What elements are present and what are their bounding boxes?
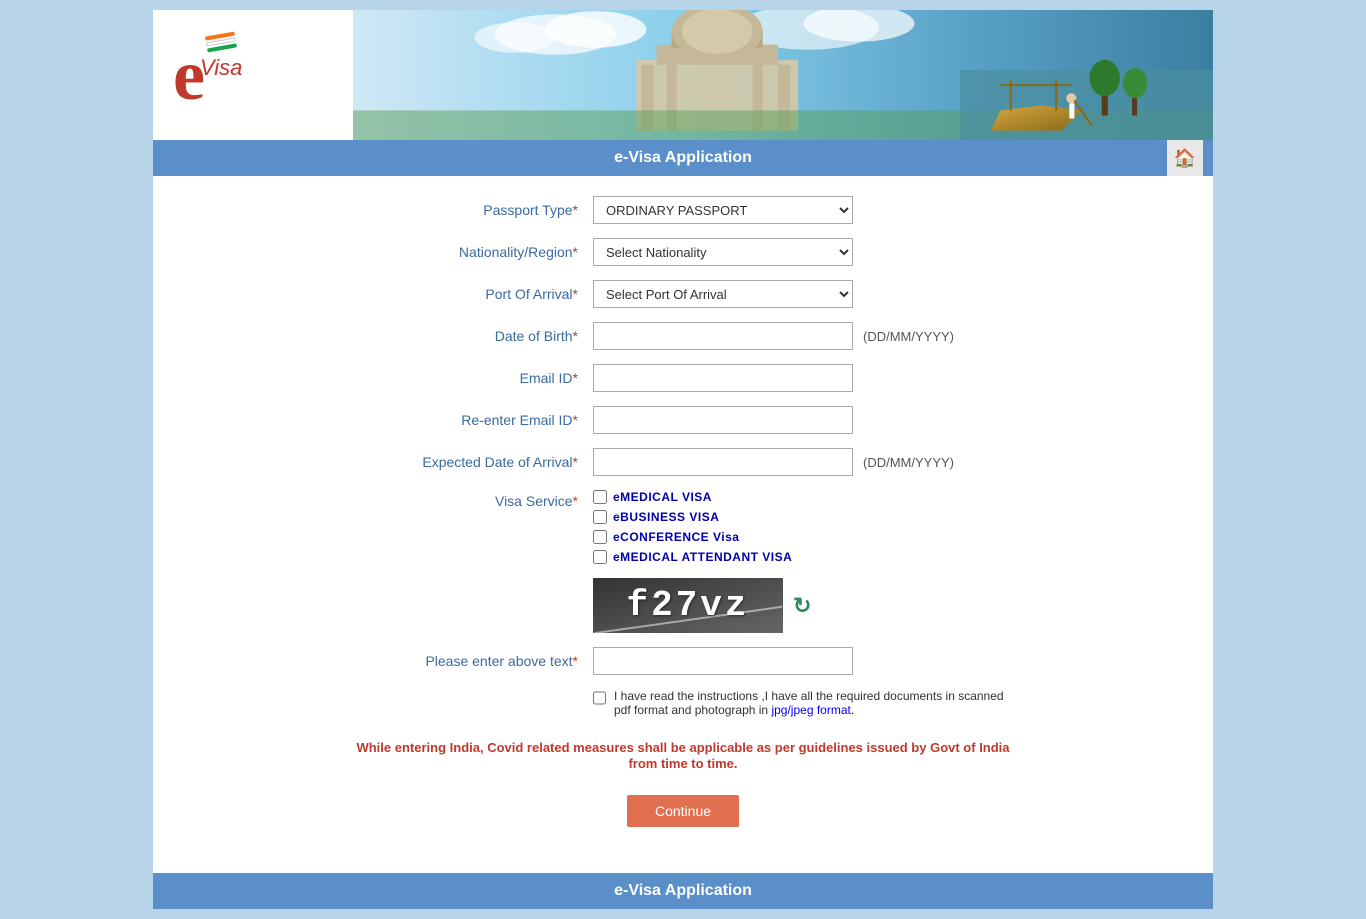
- passport-type-select[interactable]: ORDINARY PASSPORT DIPLOMATIC PASSPORT OF…: [593, 196, 853, 224]
- warning-text: While entering India, Covid related meas…: [356, 740, 1009, 771]
- logo-area: e Visa: [153, 39, 353, 111]
- port-of-arrival-label: Port Of Arrival*: [333, 286, 593, 302]
- nationality-row: Nationality/Region* Select Nationality: [333, 238, 1033, 266]
- banner-image: [353, 10, 1213, 140]
- visa-option-ebusiness: eBUSINESS VISA: [593, 510, 792, 524]
- header-banner: [353, 10, 1213, 140]
- logo-visa-text: Visa: [200, 55, 242, 81]
- port-of-arrival-select[interactable]: Select Port Of Arrival: [593, 280, 853, 308]
- visa-checkbox-emedical-attendant[interactable]: [593, 550, 607, 564]
- re-email-required: *: [573, 412, 578, 428]
- footer-bar: e-Visa Application: [153, 873, 1213, 909]
- port-of-arrival-row: Port Of Arrival* Select Port Of Arrival: [333, 280, 1033, 308]
- title-bar: e-Visa Application 🏠: [153, 140, 1213, 176]
- dob-label: Date of Birth*: [333, 328, 593, 344]
- captcha-image: f27vz: [593, 578, 783, 633]
- banner-svg: [353, 10, 1213, 140]
- agreement-text: I have read the instructions ,I have all…: [614, 689, 1013, 717]
- dob-row: Date of Birth* (DD/MM/YYYY): [333, 322, 1033, 350]
- captcha-input-label: Please enter above text*: [333, 653, 593, 669]
- dob-hint: (DD/MM/YYYY): [863, 329, 954, 344]
- passport-type-row: Passport Type* ORDINARY PASSPORT DIPLOMA…: [333, 196, 1033, 224]
- expected-arrival-required: *: [573, 454, 578, 470]
- visa-label-econference: eCONFERENCE Visa: [613, 530, 739, 544]
- nationality-required: *: [573, 244, 578, 260]
- dob-required: *: [573, 328, 578, 344]
- main-container: Passport Type* ORDINARY PASSPORT DIPLOMA…: [153, 176, 1213, 873]
- captcha-input[interactable]: [593, 647, 853, 675]
- captcha-refresh-icon[interactable]: ↻: [793, 593, 811, 619]
- port-required: *: [573, 286, 578, 302]
- title-bar-text: e-Visa Application: [199, 149, 1167, 167]
- visa-checkboxes: eMEDICAL VISA eBUSINESS VISA eCONFERENCE…: [593, 490, 792, 564]
- btn-row: Continue: [333, 795, 1033, 827]
- re-email-row: Re-enter Email ID*: [333, 406, 1033, 434]
- expected-arrival-label: Expected Date of Arrival*: [333, 454, 593, 470]
- re-email-label: Re-enter Email ID*: [333, 412, 593, 428]
- home-icon: 🏠: [1174, 148, 1196, 169]
- nationality-select[interactable]: Select Nationality: [593, 238, 853, 266]
- captcha-row: f27vz ↻: [593, 578, 1033, 633]
- visa-service-row: Visa Service* eMEDICAL VISA eBUSINESS VI…: [333, 490, 1033, 564]
- captcha-text: f27vz: [626, 585, 749, 626]
- captcha-input-row: Please enter above text*: [333, 647, 1033, 675]
- agreement-highlight: jpg/jpeg format.: [771, 703, 854, 717]
- footer-bar-text: e-Visa Application: [614, 882, 752, 900]
- visa-checkbox-econference[interactable]: [593, 530, 607, 544]
- email-required: *: [573, 370, 578, 386]
- header: e Visa: [153, 10, 1213, 140]
- visa-option-emedical: eMEDICAL VISA: [593, 490, 792, 504]
- warning-row: While entering India, Covid related meas…: [333, 731, 1033, 779]
- nationality-label: Nationality/Region*: [333, 244, 593, 260]
- email-row: Email ID*: [333, 364, 1033, 392]
- visa-service-label: Visa Service*: [333, 490, 593, 509]
- visa-checkbox-ebusiness[interactable]: [593, 510, 607, 524]
- visa-option-econference: eCONFERENCE Visa: [593, 530, 792, 544]
- email-input[interactable]: [593, 364, 853, 392]
- form-wrapper: Passport Type* ORDINARY PASSPORT DIPLOMA…: [333, 196, 1033, 827]
- logo: e Visa: [173, 39, 353, 111]
- expected-arrival-hint: (DD/MM/YYYY): [863, 455, 954, 470]
- agreement-row: I have read the instructions ,I have all…: [333, 689, 1033, 717]
- visa-checkbox-emedical[interactable]: [593, 490, 607, 504]
- re-email-input[interactable]: [593, 406, 853, 434]
- expected-arrival-row: Expected Date of Arrival* (DD/MM/YYYY): [333, 448, 1033, 476]
- email-label: Email ID*: [333, 370, 593, 386]
- visa-label-emedical-attendant: eMEDICAL ATTENDANT VISA: [613, 550, 792, 564]
- passport-type-required: *: [573, 202, 578, 218]
- visa-label-emedical: eMEDICAL VISA: [613, 490, 712, 504]
- passport-type-label: Passport Type*: [333, 202, 593, 218]
- page-wrapper: e Visa: [0, 0, 1366, 919]
- dob-input[interactable]: [593, 322, 853, 350]
- agreement-checkbox[interactable]: [593, 691, 606, 705]
- captcha-required: *: [573, 653, 578, 669]
- visa-service-required: *: [573, 493, 578, 509]
- expected-arrival-input[interactable]: [593, 448, 853, 476]
- visa-label-ebusiness: eBUSINESS VISA: [613, 510, 719, 524]
- continue-button[interactable]: Continue: [627, 795, 739, 827]
- visa-option-emedical-attendant: eMEDICAL ATTENDANT VISA: [593, 550, 792, 564]
- home-button[interactable]: 🏠: [1167, 140, 1203, 176]
